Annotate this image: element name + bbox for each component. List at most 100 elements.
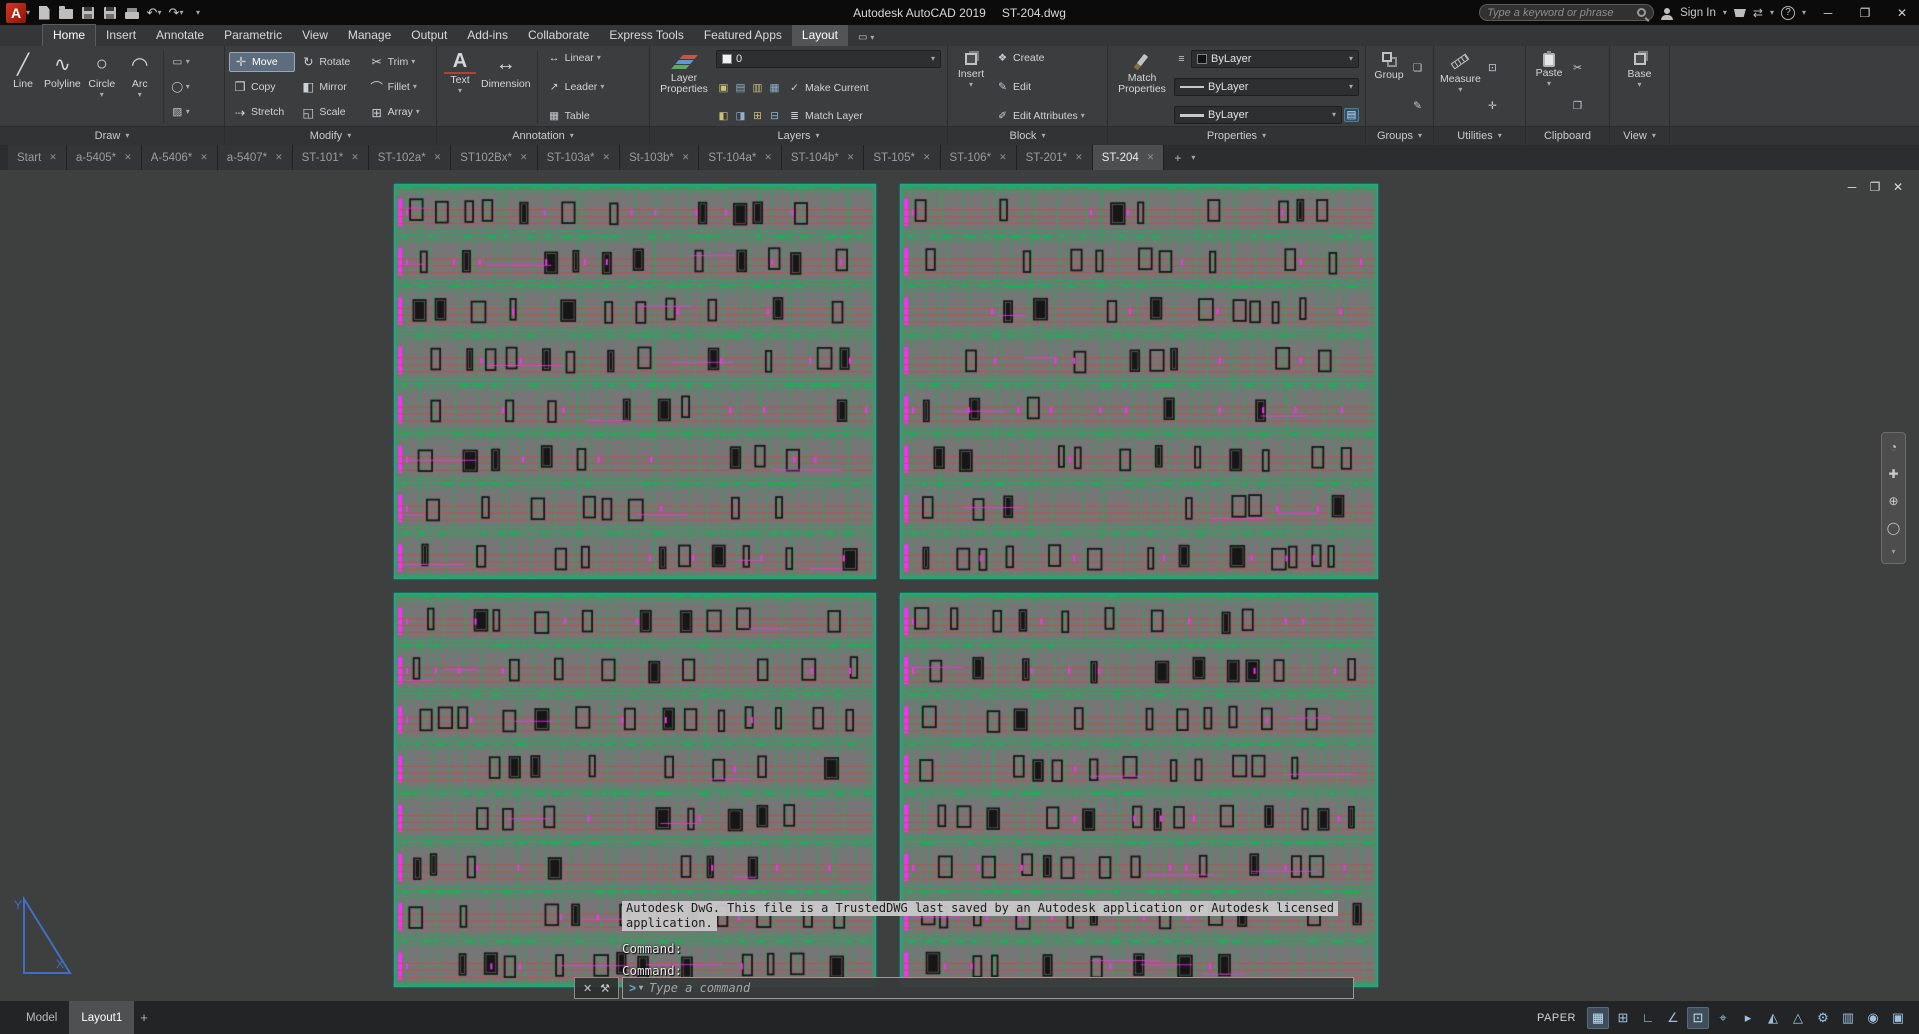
lineweight-select[interactable]: ByLayer ▾: [1174, 106, 1342, 124]
layout-tab-layout1[interactable]: Layout1: [69, 1001, 135, 1034]
undo-button[interactable]: ↶ ▾: [144, 3, 164, 23]
layer-state-1-icon[interactable]: ▣: [716, 81, 731, 95]
grid-display-icon[interactable]: ▦: [1587, 1006, 1609, 1029]
chevron-down-icon[interactable]: ▾: [413, 82, 417, 91]
tab-close-icon[interactable]: ✕: [351, 152, 359, 163]
chevron-down-icon[interactable]: ▾: [1081, 112, 1085, 120]
interface-toggle[interactable]: ▭ ▾: [858, 32, 874, 46]
tab-close-icon[interactable]: ✕: [520, 152, 528, 163]
move-tool[interactable]: ✛ Move: [229, 51, 296, 72]
file-tab-a-5407-[interactable]: a-5407* ✕: [217, 145, 293, 170]
chevron-down-icon[interactable]: ▾: [1332, 111, 1336, 119]
ribbon-tab-view[interactable]: View: [292, 25, 338, 46]
dynamic-input-icon[interactable]: ▸: [1737, 1007, 1759, 1029]
chevron-down-icon[interactable]: ▾: [597, 54, 601, 62]
leader-tool[interactable]: ↗ Leader ▾: [544, 79, 626, 95]
chevron-down-icon[interactable]: ▾: [186, 82, 190, 91]
text-tool[interactable]: A Text ▾: [441, 49, 479, 125]
ribbon-tab-express-tools[interactable]: Express Tools: [599, 25, 693, 46]
chevron-down-icon[interactable]: ▾: [458, 87, 462, 95]
file-tab-a-5406-[interactable]: A-5406* ✕: [141, 145, 218, 170]
ribbon-tab-manage[interactable]: Manage: [338, 25, 401, 46]
tab-close-icon[interactable]: ✕: [200, 152, 208, 163]
linear-dimension-tool[interactable]: ↔ Linear ▾: [544, 50, 626, 66]
panel-label-utilities[interactable]: Utilities ▾: [1434, 126, 1525, 145]
file-tab-start[interactable]: Start ✕: [8, 145, 67, 170]
panel-label-view[interactable]: View ▾: [1610, 126, 1669, 145]
fillet-tool[interactable]: ⌒ Fillet ▾: [366, 78, 432, 96]
redo-button[interactable]: ↷ ▾: [166, 3, 186, 23]
file-tab-st-103a-[interactable]: ST-103a* ✕: [537, 145, 621, 170]
layer-state-3-icon[interactable]: ▥: [750, 81, 765, 95]
chevron-down-icon[interactable]: ▾: [1802, 8, 1806, 17]
open-file-button[interactable]: [56, 3, 76, 23]
file-tab-st-106-[interactable]: ST-106* ✕: [940, 145, 1017, 170]
drawing-canvas[interactable]: [0, 170, 1919, 1001]
command-customize-icon[interactable]: ⚒: [600, 982, 610, 995]
tab-close-icon[interactable]: ✕: [1147, 152, 1155, 163]
annotation-visibility-icon[interactable]: ◭: [1762, 1007, 1784, 1029]
new-file-button[interactable]: [34, 3, 54, 23]
tab-close-icon[interactable]: ✕: [124, 152, 132, 163]
scale-tool[interactable]: ◱ Scale: [297, 103, 363, 121]
panel-label-annotation[interactable]: Annotation ▾: [437, 126, 649, 145]
ribbon-tab-home[interactable]: Home: [42, 24, 97, 46]
orbit-icon[interactable]: ◯: [1887, 521, 1900, 535]
layer-state-5-icon[interactable]: ◧: [716, 109, 731, 123]
ribbon-tab-output[interactable]: Output: [401, 25, 457, 46]
chevron-down-icon[interactable]: ▾: [157, 8, 161, 17]
linetype-select[interactable]: ByLayer ▾: [1174, 78, 1359, 96]
create-block-tool[interactable]: ❖ Create: [992, 50, 1101, 66]
file-tab-st-201-[interactable]: ST-201* ✕: [1016, 145, 1093, 170]
chevron-down-icon[interactable]: ▾: [416, 108, 420, 116]
panel-label-draw[interactable]: Draw ▾: [0, 126, 224, 145]
edit-block-tool[interactable]: ✎ Edit: [992, 79, 1101, 95]
id-point-icon[interactable]: ✛: [1485, 99, 1500, 113]
properties-menu-icon[interactable]: ≡: [1174, 52, 1189, 66]
panel-label-clipboard[interactable]: Clipboard: [1526, 126, 1609, 145]
ribbon-tab-featured-apps[interactable]: Featured Apps: [694, 25, 792, 46]
panel-label-groups[interactable]: Groups ▾: [1366, 126, 1433, 145]
layer-select[interactable]: 0 ▾: [716, 50, 941, 68]
chevron-down-icon[interactable]: ▾: [186, 108, 190, 116]
chevron-down-icon[interactable]: ▾: [639, 984, 643, 992]
chevron-down-icon[interactable]: ▾: [1637, 81, 1641, 89]
qat-customize-button[interactable]: ▾: [188, 3, 208, 23]
base-view-tool[interactable]: Base ▾: [1621, 49, 1659, 125]
clean-screen-icon[interactable]: ▣: [1887, 1007, 1909, 1029]
annotation-monitor-icon[interactable]: ▥: [1837, 1007, 1859, 1029]
autocad-menu-button[interactable]: A ▾: [4, 2, 32, 23]
pan-icon[interactable]: ✚: [1888, 467, 1898, 481]
person-icon[interactable]: [1661, 7, 1674, 20]
tab-close-icon[interactable]: ✕: [1075, 152, 1083, 163]
chevron-down-icon[interactable]: ▾: [1891, 548, 1895, 556]
rectangle-tool[interactable]: ▭ ▾: [170, 55, 189, 69]
make-current-tool[interactable]: ✓ Make Current: [784, 80, 872, 96]
cut-icon[interactable]: ✂: [1570, 61, 1585, 75]
workspace-settings-icon[interactable]: ⚙: [1812, 1007, 1834, 1029]
file-tab-st-102a-[interactable]: ST-102a* ✕: [368, 145, 452, 170]
isolate-objects-icon[interactable]: ◉: [1862, 1007, 1884, 1029]
layer-state-7-icon[interactable]: ⊞: [750, 109, 765, 123]
annotation-scale-icon[interactable]: △: [1787, 1007, 1809, 1029]
chevron-down-icon[interactable]: ▾: [931, 55, 935, 63]
layer-state-8-icon[interactable]: ⊟: [767, 109, 782, 123]
chevron-down-icon[interactable]: ▾: [411, 57, 415, 66]
maximize-button[interactable]: ❐: [1850, 0, 1880, 25]
close-button[interactable]: ✕: [1887, 0, 1917, 25]
match-properties-tool[interactable]: Match Properties: [1112, 49, 1172, 125]
ortho-mode-icon[interactable]: ∟: [1637, 1007, 1659, 1029]
chevron-down-icon[interactable]: ▾: [1770, 8, 1774, 17]
minimize-button[interactable]: ─: [1813, 0, 1843, 25]
chevron-down-icon[interactable]: ▾: [600, 83, 604, 91]
tab-close-icon[interactable]: ✕: [434, 152, 442, 163]
layout-tab-model[interactable]: Model: [14, 1001, 69, 1034]
ribbon-tab-layout[interactable]: Layout: [791, 25, 848, 46]
help-search-box[interactable]: [1479, 4, 1655, 21]
tab-close-icon[interactable]: ✕: [847, 152, 855, 163]
ungroup-icon[interactable]: ❏: [1410, 61, 1425, 75]
object-color-select[interactable]: ByLayer ▾: [1191, 50, 1359, 68]
panel-label-block[interactable]: Block ▾: [948, 126, 1107, 145]
tab-close-icon[interactable]: ✕: [603, 152, 611, 163]
share-icon[interactable]: ⇄: [1753, 6, 1763, 20]
